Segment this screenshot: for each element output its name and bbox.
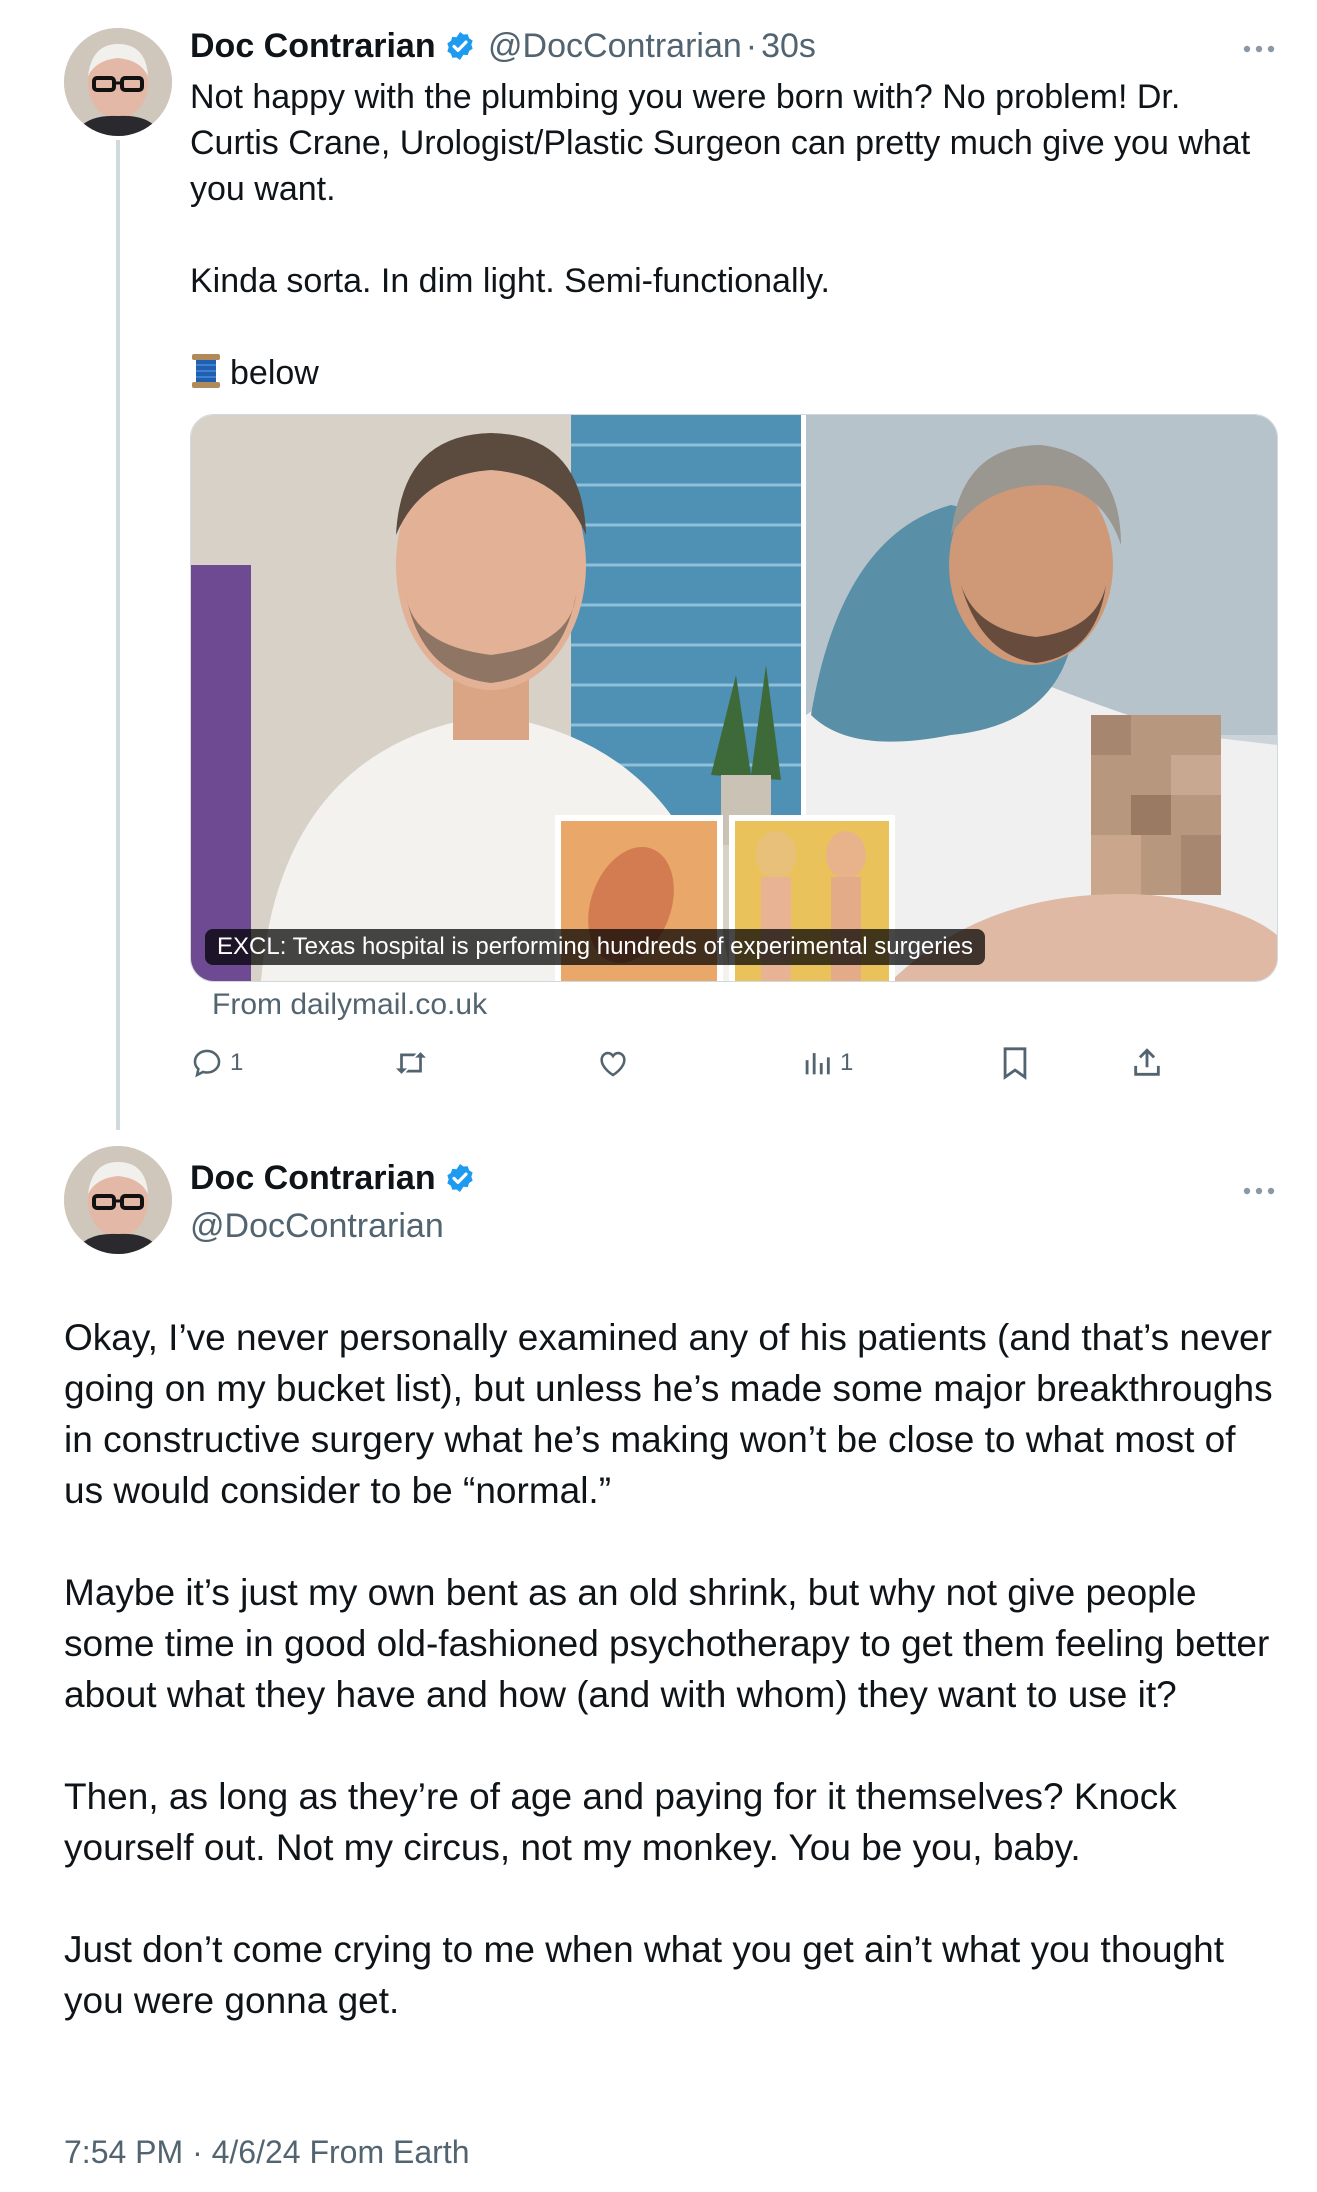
reply-button[interactable]: 1 (190, 1046, 243, 1080)
reply-icon (193, 1049, 221, 1078)
views-count: 1 (840, 1049, 854, 1076)
separator: · (745, 27, 758, 65)
like-icon (600, 1051, 626, 1077)
bookmark-button[interactable] (1000, 1046, 1030, 1080)
avatar[interactable] (64, 1146, 172, 1254)
share-button[interactable] (1130, 1046, 1164, 1080)
tweet2-header: Doc Contrarian (190, 1156, 476, 1200)
retweet-button[interactable] (392, 1046, 430, 1080)
tweet1-body: Not happy with the plumbing you were bor… (190, 78, 1251, 300)
thread-word: below (230, 354, 319, 392)
author-name[interactable]: Doc Contrarian (190, 1159, 436, 1197)
reply-count: 1 (230, 1049, 244, 1076)
like-button[interactable] (596, 1046, 630, 1080)
timestamp[interactable]: 30s (761, 27, 816, 65)
spool-of-thread-icon (190, 352, 222, 395)
share-icon (1134, 1048, 1160, 1076)
card-caption: EXCL: Texas hospital is performing hundr… (205, 929, 985, 965)
views-button[interactable]: 1 (800, 1046, 853, 1080)
thread-indicator: below (190, 350, 319, 396)
thread-line (116, 140, 120, 1130)
author-handle[interactable]: @DocContrarian (488, 27, 742, 65)
bookmark-icon (1003, 1047, 1027, 1080)
tweet2-meta[interactable]: 7:54 PM · 4/6/24 From Earth (64, 2134, 470, 2171)
more-icon[interactable] (1242, 28, 1276, 62)
avatar[interactable] (64, 28, 172, 136)
tweet2-body: Okay, I’ve never personally examined any… (64, 1317, 1273, 2021)
more-icon[interactable] (1242, 1170, 1276, 1204)
verified-badge-icon (444, 30, 476, 62)
card-source[interactable]: From dailymail.co.uk (212, 988, 487, 1022)
views-icon (805, 1053, 830, 1075)
verified-badge-icon (444, 1162, 476, 1194)
author-name[interactable]: Doc Contrarian (190, 27, 436, 65)
tweet1-header: Doc Contrarian @DocContrarian · 30s (190, 24, 816, 68)
retweet-icon (396, 1052, 426, 1074)
link-card[interactable]: EXCL: Texas hospital is performing hundr… (190, 414, 1278, 982)
card-image (191, 415, 1277, 981)
author-handle[interactable]: @DocContrarian (190, 1204, 444, 1248)
